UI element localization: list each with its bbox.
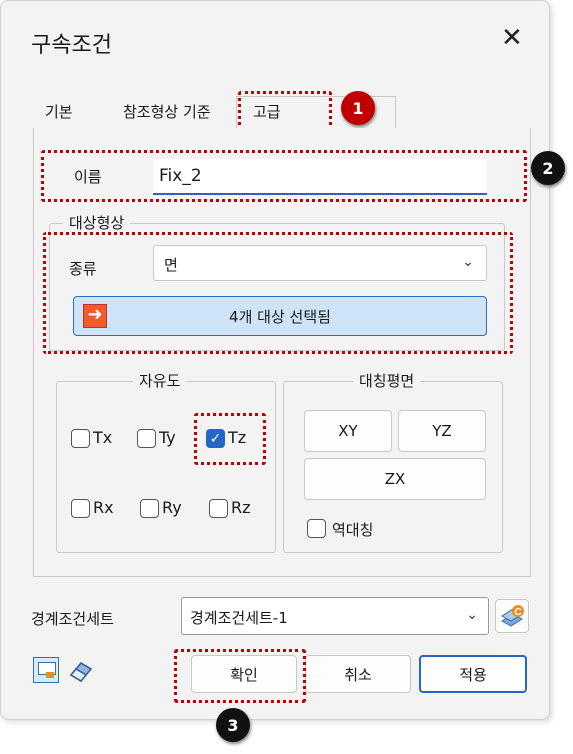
highlight-target-shape (43, 232, 513, 354)
bc-set-icon: C (501, 605, 524, 627)
symmetry-title: 대칭평면 (353, 370, 421, 391)
preview-icon[interactable] (33, 657, 59, 683)
svg-text:C: C (514, 607, 521, 618)
highlight-ok-button (174, 649, 306, 703)
bc-set-button[interactable]: C (495, 599, 529, 633)
dialog-title: 구속조건 (31, 33, 112, 58)
chevron-down-icon: ⌄ (466, 607, 478, 623)
constraint-dialog: 구속조건 ✕ 기본 참조형상 기준 고급 1 이름 Fix_2 2 대상형상 종… (0, 0, 565, 720)
apply-button[interactable]: 적용 (419, 655, 527, 693)
step-marker-2: 2 (531, 151, 565, 185)
bc-set-select[interactable]: 경계조건세트-1 ⌄ (181, 597, 489, 635)
dof-title: 자유도 (133, 370, 187, 391)
bc-set-label: 경계조건세트 (31, 610, 114, 628)
step-marker-3: 3 (216, 708, 250, 742)
rx-checkbox[interactable] (71, 499, 90, 518)
tx-checkbox[interactable] (71, 429, 90, 448)
rz-checkbox[interactable] (209, 499, 228, 518)
ty-label: Ty (159, 428, 176, 447)
bc-set-value: 경계조건세트-1 (190, 609, 288, 627)
yz-plane-button[interactable]: YZ (398, 410, 486, 452)
tab-basic[interactable]: 기본 (45, 101, 73, 122)
cancel-button[interactable]: 취소 (305, 655, 411, 693)
step-marker-1: 1 (341, 91, 375, 125)
target-shape-title: 대상형상 (63, 212, 131, 233)
ry-label: Ry (162, 498, 182, 517)
rz-label: Rz (231, 498, 251, 517)
ty-checkbox[interactable] (137, 429, 156, 448)
reverse-symmetry-label: 역대칭 (332, 521, 374, 539)
eraser-icon[interactable] (67, 657, 95, 683)
dof-group (56, 381, 276, 553)
xy-plane-button[interactable]: XY (304, 410, 392, 452)
zx-plane-button[interactable]: ZX (304, 458, 486, 500)
highlight-tz (194, 413, 266, 465)
tab-reference-shape[interactable]: 참조형상 기준 (123, 101, 211, 122)
rx-label: Rx (93, 498, 114, 517)
reverse-symmetry-checkbox[interactable] (307, 519, 326, 538)
highlight-advanced-tab (238, 91, 332, 133)
ry-checkbox[interactable] (140, 499, 159, 518)
highlight-name-row (41, 150, 527, 202)
close-icon[interactable]: ✕ (501, 23, 523, 53)
tx-label: Tx (93, 428, 113, 447)
